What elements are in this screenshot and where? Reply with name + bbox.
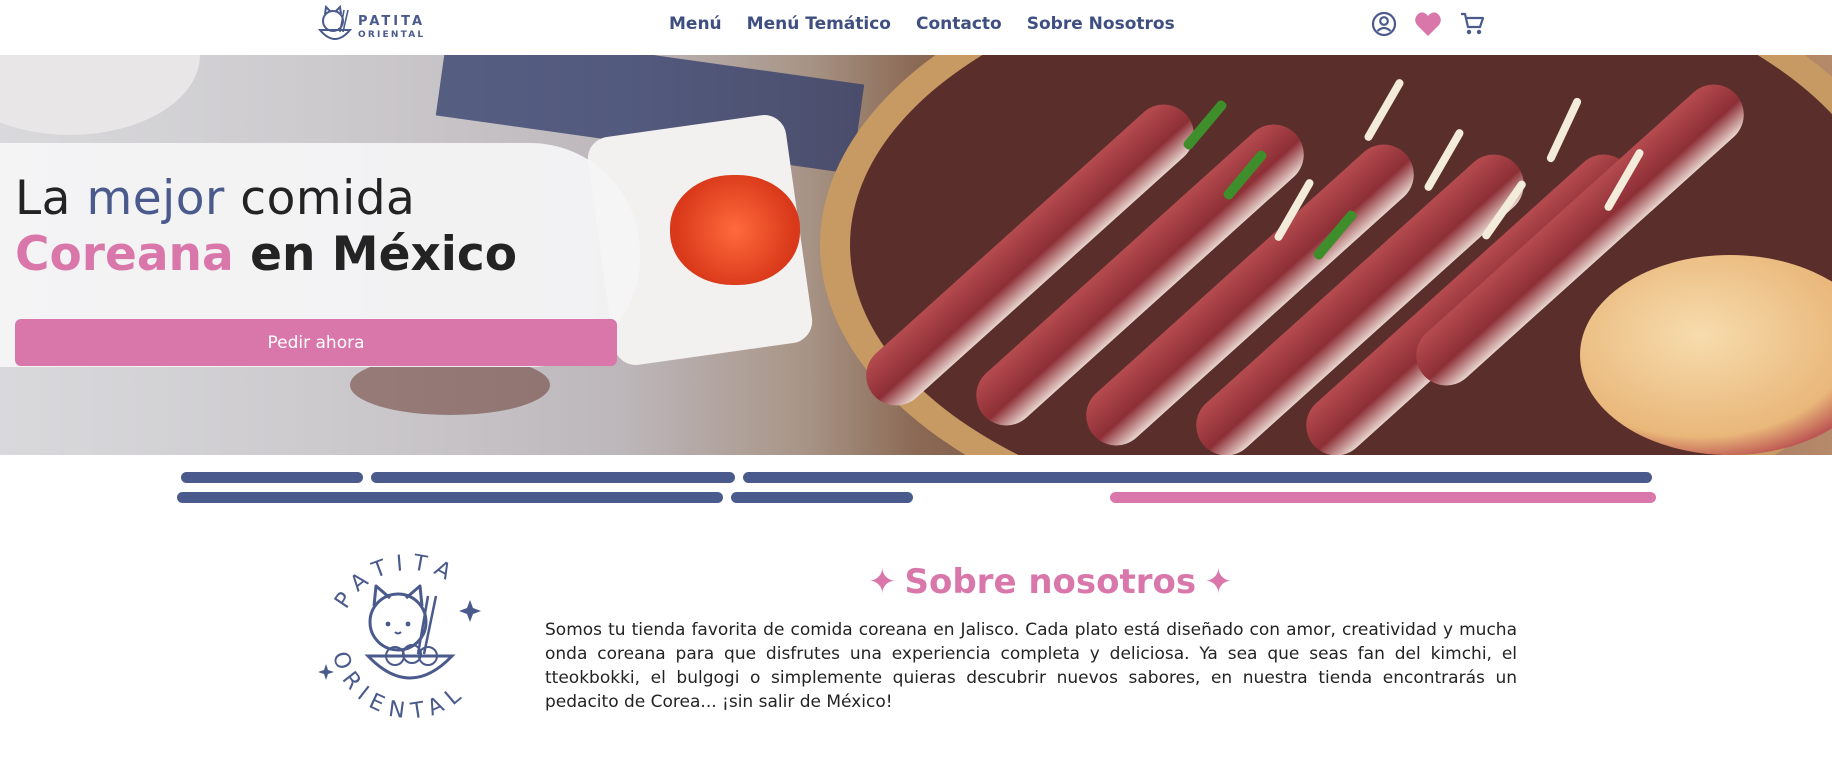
logo-text-bottom: ORIENTAL — [358, 30, 426, 40]
sparkle-icon: ✦ — [868, 562, 897, 602]
divider-bar-accent — [1110, 492, 1656, 503]
cart-icon[interactable] — [1458, 10, 1486, 38]
about-title: ✦ Sobre nosotros ✦ — [868, 562, 1233, 602]
hero-headline-line2: Coreana en México — [15, 227, 518, 282]
cat-bowl-logo-icon — [317, 4, 353, 40]
nav-sobre-nosotros[interactable]: Sobre Nosotros — [1027, 14, 1175, 34]
divider-bar — [743, 472, 1652, 483]
nav-menu[interactable]: Menú — [669, 14, 722, 34]
nav-menu-tematico[interactable]: Menú Temático — [747, 14, 891, 34]
cat-noodles-emblem-icon: PATITA ORIENTAL — [318, 550, 481, 725]
logo-text-top: PATITA — [358, 14, 426, 29]
header-actions — [1370, 10, 1486, 38]
user-circle-icon[interactable] — [1370, 10, 1398, 38]
hero-card: La mejor comida Coreana en México Pedir … — [0, 143, 640, 367]
nav-contacto[interactable]: Contacto — [916, 14, 1002, 34]
main-nav: Menú Menú Temático Contacto Sobre Nosotr… — [669, 0, 1175, 48]
svg-text:PATITA: PATITA — [330, 550, 463, 613]
divider-bar — [181, 472, 363, 483]
divider-bar — [371, 472, 735, 483]
hero-banner: La mejor comida Coreana en México Pedir … — [0, 55, 1832, 455]
heart-icon[interactable] — [1414, 10, 1442, 38]
about-logo-emblem: PATITA ORIENTAL — [310, 540, 510, 740]
brand-logo[interactable]: PATITA ORIENTAL — [314, 4, 434, 46]
divider-bar — [177, 492, 723, 503]
order-now-button[interactable]: Pedir ahora — [15, 319, 617, 366]
divider-bar — [731, 492, 913, 503]
about-description: Somos tu tienda favorita de comida corea… — [545, 620, 1517, 712]
hero-headline-line1: La mejor comida — [15, 171, 416, 226]
site-header: PATITA ORIENTAL Menú Menú Temático Conta… — [0, 0, 1832, 55]
sparkle-icon: ✦ — [1204, 562, 1233, 602]
